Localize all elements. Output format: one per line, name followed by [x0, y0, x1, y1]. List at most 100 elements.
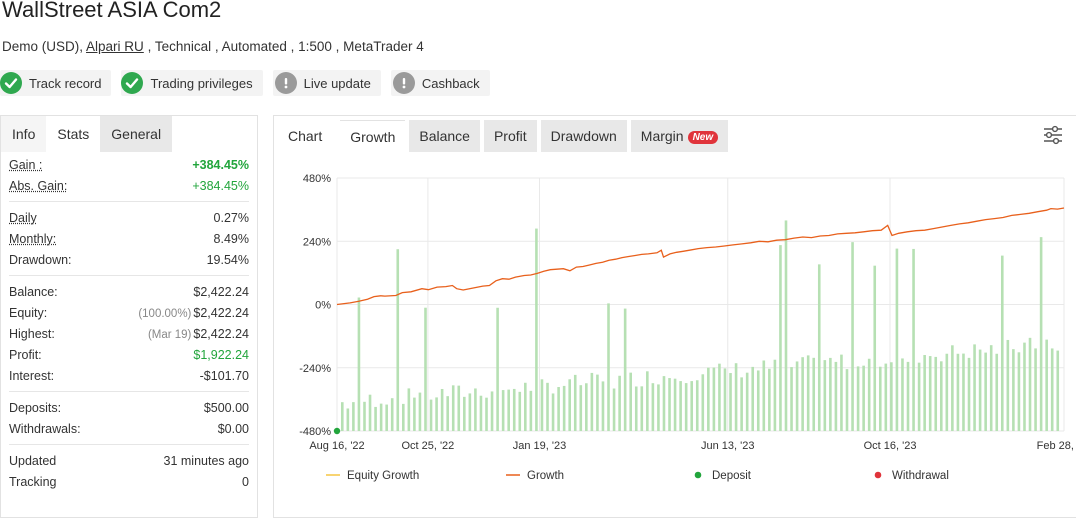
profit-bar: [745, 372, 749, 431]
stat-value: +384.45%: [192, 157, 249, 172]
profit-bar: [928, 356, 932, 431]
broker-link[interactable]: Alpari RU: [86, 39, 144, 54]
profit-bar: [712, 367, 716, 431]
stat-tracking: Tracking 0: [9, 471, 249, 492]
tab-stats[interactable]: Stats: [46, 116, 101, 152]
badge-trading-privileges[interactable]: Trading privileges: [121, 70, 263, 96]
badge-cashback[interactable]: Cashback: [390, 70, 490, 96]
stat-sub: (Mar 19): [147, 328, 192, 341]
profit-bar: [607, 303, 610, 431]
chart-label: Chart: [288, 128, 323, 144]
profit-bar: [956, 353, 960, 431]
y-tick-label: 480%: [303, 173, 331, 185]
x-tick-label: Aug 16, '22: [309, 440, 364, 452]
profit-bar: [474, 388, 477, 431]
x-tick-label: Oct 16, '23: [864, 440, 917, 452]
profit-bar: [629, 372, 632, 431]
legend-label: Deposit: [712, 470, 752, 482]
tab-general[interactable]: General: [100, 116, 173, 152]
legend-label: Equity Growth: [347, 470, 419, 482]
legend-label: Withdrawal: [892, 470, 949, 482]
profit-bar: [695, 380, 699, 431]
profit-bar: [379, 403, 383, 431]
stat-label[interactable]: Daily: [9, 211, 37, 225]
stat-abs-gain: Abs. Gain: +384.45%: [9, 175, 249, 196]
profit-bar: [501, 390, 505, 431]
profit-bar: [573, 374, 577, 431]
tab-margin[interactable]: Margin New: [630, 120, 729, 152]
chart-settings-icon[interactable]: [1042, 124, 1064, 146]
profit-bar: [457, 385, 461, 431]
tab-profit[interactable]: Profit: [483, 120, 537, 152]
profit-bar: [939, 361, 943, 431]
profit-bar: [413, 397, 416, 431]
profit-bar: [352, 402, 355, 431]
profit-bar: [878, 366, 882, 431]
growth-line: [336, 207, 1065, 306]
badge-track-record[interactable]: Track record: [0, 70, 112, 96]
divider: [9, 391, 249, 392]
profit-bar: [707, 367, 710, 431]
x-tick-label: Jun 13, '23: [701, 440, 754, 452]
profit-bar: [917, 362, 921, 431]
check-icon: [121, 72, 144, 94]
profit-bar: [945, 353, 949, 431]
stat-drawdown: Drawdown: 19.54%: [9, 249, 249, 270]
profit-bar: [529, 390, 533, 431]
stat-label[interactable]: Abs. Gain:: [9, 179, 67, 193]
tab-balance[interactable]: Balance: [409, 120, 480, 152]
profit-bar: [535, 228, 538, 431]
profit-bar: [634, 386, 638, 431]
profit-bar: [463, 396, 466, 431]
stat-label[interactable]: Monthly:: [9, 232, 56, 246]
profit-bar: [368, 394, 372, 431]
profit-bar: [546, 382, 549, 431]
profit-bar: [829, 357, 832, 431]
stat-label: Interest:: [9, 368, 55, 383]
exclamation-icon: [392, 72, 415, 94]
check-icon: [0, 72, 22, 94]
profit-bar: [662, 376, 666, 431]
profit-bar: [895, 248, 899, 431]
profit-bar: [1028, 337, 1032, 431]
growth-chart[interactable]: 480% 240% 0% -240% -480% Aug 16, '22 Oct 25, '…: [274, 153, 1076, 517]
profit-bar: [995, 353, 999, 431]
profit-bar: [989, 345, 993, 431]
profit-bar: [618, 375, 621, 431]
profit-bar: [1039, 237, 1043, 431]
profit-bar: [640, 386, 644, 431]
profit-bar: [762, 360, 766, 431]
profit-bar: [751, 366, 755, 431]
profit-bar: [840, 354, 843, 431]
profit-bar: [562, 385, 566, 431]
tab-info[interactable]: Info: [1, 116, 47, 152]
stat-interest: Interest: -$101.70: [9, 365, 249, 386]
exclamation-icon: [274, 72, 297, 94]
profit-bar: [723, 368, 727, 431]
stat-label: Highest:: [9, 326, 55, 341]
stat-daily: Daily 0.27%: [9, 207, 249, 228]
profit-bar: [407, 388, 411, 431]
y-tick-label: -480%: [299, 426, 331, 438]
account-details: , Technical , Automated , 1:500 , MetaTr…: [147, 39, 424, 54]
stat-deposits: Deposits: $500.00: [9, 397, 249, 418]
profit-bar: [490, 391, 494, 431]
tab-drawdown[interactable]: Drawdown: [540, 120, 627, 152]
tab-growth[interactable]: Growth: [340, 120, 406, 152]
profit-bar: [768, 368, 771, 431]
profit-bar: [834, 361, 838, 431]
profit-bar: [984, 352, 987, 431]
stat-label: Drawdown:: [9, 252, 72, 267]
profit-bar: [923, 355, 926, 431]
profit-bar: [623, 308, 627, 431]
stat-value: 31 minutes ago: [163, 453, 249, 468]
profit-bar: [435, 397, 438, 431]
badge-live-update[interactable]: Live update: [272, 70, 381, 96]
profit-bar: [901, 358, 904, 431]
stat-label[interactable]: Gain :: [9, 158, 42, 172]
profit-bar: [601, 381, 605, 431]
profit-bar: [690, 381, 694, 431]
profit-bar: [551, 393, 555, 431]
profit-bar: [440, 388, 444, 431]
profit-bar: [485, 397, 488, 431]
